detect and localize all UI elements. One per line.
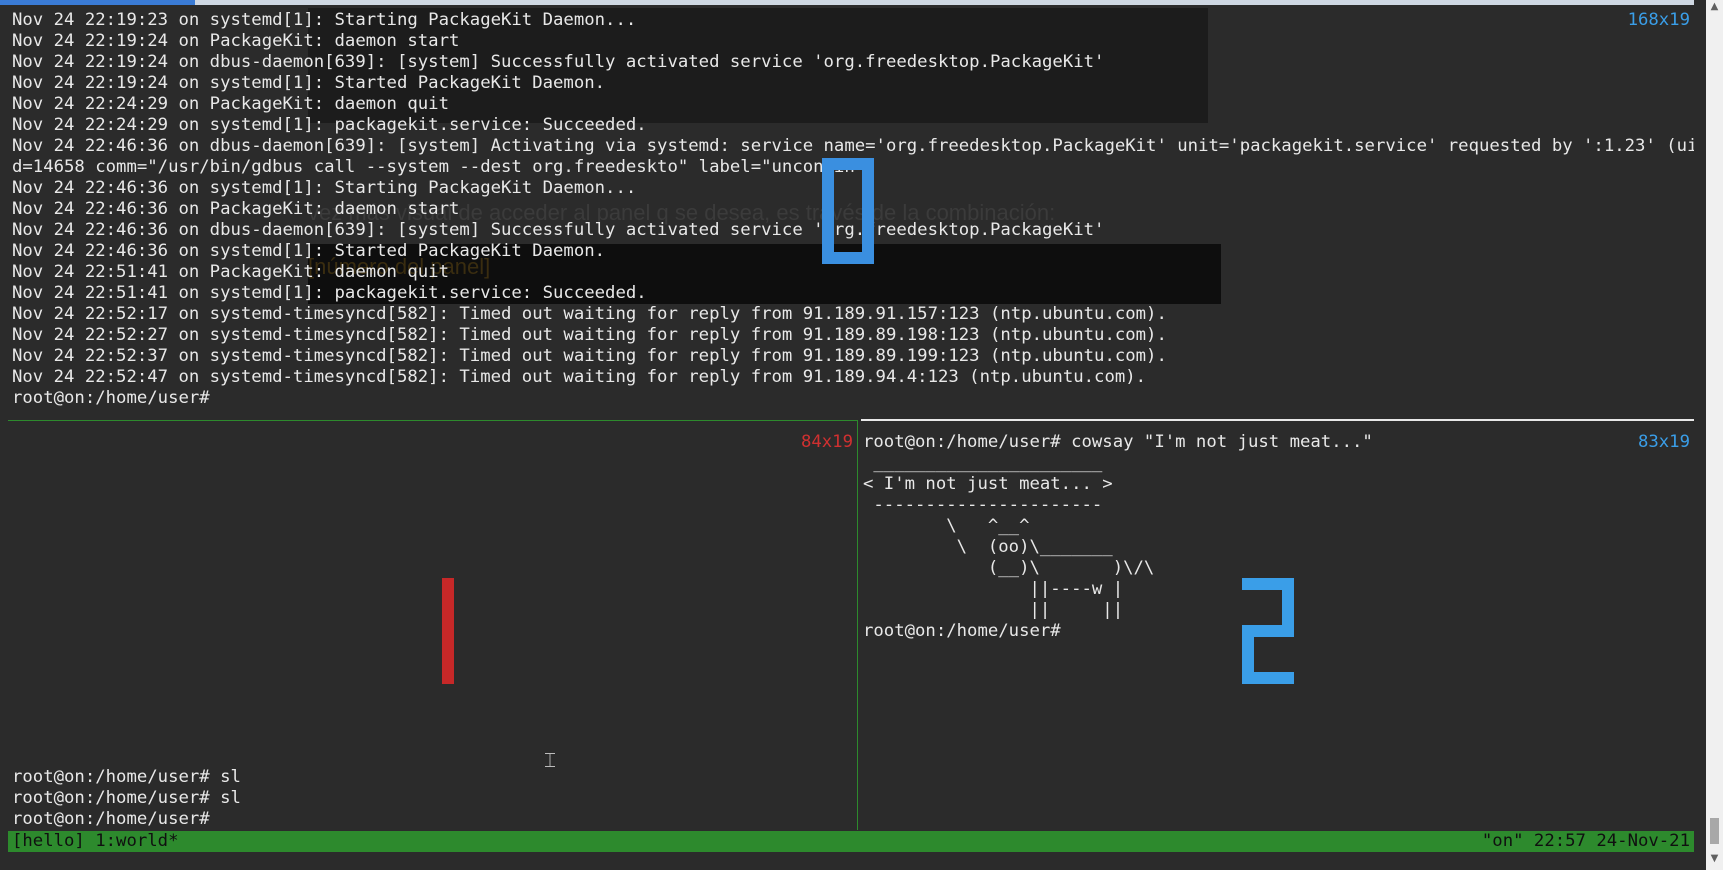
status-host-clock: "on" 22:57 24-Nov-21 [1481, 831, 1690, 851]
ibeam-cursor-icon: ⌶ [544, 748, 556, 772]
terminal-window: vez más visual de acceder al panel q se … [0, 0, 1723, 870]
tmux-status-bar: [hello] 1:world* "on" 22:57 24-Nov-21 [8, 831, 1694, 852]
cowsay-output: \ ^__^ [863, 516, 1030, 536]
terminal-line: root@on:/home/user# sl [12, 767, 241, 787]
active-tab-indicator[interactable] [0, 0, 195, 5]
shell-prompt[interactable]: root@on:/home/user# [12, 388, 1694, 409]
pane-number-0-indicator [822, 158, 874, 264]
terminal-line: Nov 24 22:52:17 on systemd-timesyncd[582… [12, 304, 1167, 324]
terminal-line: Nov 24 22:19:24 on systemd[1]: Started P… [12, 73, 606, 93]
tmux-pane-1[interactable]: 84x19 root@on:/home/user# sl root@on:/hom… [8, 424, 857, 830]
pane-dimensions: 168x19 [1627, 10, 1690, 30]
terminal-line: root@on:/home/user# sl [12, 788, 241, 808]
terminal-line: Nov 24 22:19:23 on systemd[1]: Starting … [12, 10, 637, 30]
scroll-up-arrow-icon[interactable]: ▲ [1708, 0, 1721, 14]
terminal-line: Nov 24 22:24:29 on systemd[1]: packageki… [12, 115, 647, 135]
tmux-pane-0[interactable]: vez más visual de acceder al panel q se … [8, 8, 1694, 414]
cowsay-output: (__)\ )\/\ [863, 558, 1155, 578]
pane-separator-right-active [861, 419, 1694, 421]
pane-dimensions: 83x19 [1637, 432, 1690, 452]
terminal-line: Nov 24 22:52:27 on systemd-timesyncd[582… [12, 325, 1167, 345]
terminal-line: Nov 24 22:19:24 on PackageKit: daemon st… [12, 31, 460, 51]
shell-prompt[interactable]: root@on:/home/user# [12, 809, 241, 830]
terminal-line: Nov 24 22:51:41 on PackageKit: daemon qu… [12, 262, 449, 282]
terminal-line: Nov 24 22:52:37 on systemd-timesyncd[582… [12, 346, 1167, 366]
terminal-line: Nov 24 22:19:24 on dbus-daemon[639]: [sy… [12, 52, 1105, 72]
terminal-line: Nov 24 22:24:29 on PackageKit: daemon qu… [12, 94, 449, 114]
terminal-output: root@on:/home/user# cowsay "I'm not just… [863, 432, 1373, 642]
bottom-gutter [0, 852, 1706, 870]
scroll-down-arrow-icon[interactable]: ▼ [1708, 852, 1721, 866]
right-gutter [1694, 0, 1706, 870]
tmux-pane-2[interactable]: 83x19 root@on:/home/user# cowsay "I'm no… [860, 424, 1694, 830]
pane-number-1-indicator [442, 578, 454, 684]
pane-number-2-indicator [1242, 578, 1294, 684]
cowsay-output: ---------------------- [863, 495, 1103, 515]
cowsay-output: ||----w | [863, 579, 1124, 599]
pane-dimensions: 84x19 [800, 432, 853, 452]
cowsay-output: < I'm not just meat... > [863, 474, 1113, 494]
cowsay-output: || || [863, 600, 1124, 620]
terminal-line: Nov 24 22:46:36 on dbus-daemon[639]: [sy… [12, 136, 1694, 156]
scrollbar-thumb[interactable] [1710, 818, 1719, 844]
vertical-scrollbar[interactable]: ▲ ▼ [1706, 0, 1723, 870]
pane-separator-vertical [857, 420, 858, 830]
terminal-line: Nov 24 22:52:47 on systemd-timesyncd[582… [12, 367, 1147, 387]
status-session-window[interactable]: [hello] 1:world* [12, 831, 178, 852]
cowsay-output: ______________________ [863, 453, 1103, 473]
terminal-line: root@on:/home/user# cowsay "I'm not just… [863, 432, 1373, 452]
shell-prompt[interactable]: root@on:/home/user# [863, 621, 1373, 642]
cowsay-output: \ (oo)\_______ [863, 537, 1113, 557]
terminal-output: root@on:/home/user# sl root@on:/home/user… [12, 767, 241, 830]
pane-separator-left [8, 420, 857, 421]
window-top-strip [0, 0, 1723, 5]
terminal-line: Nov 24 22:51:41 on systemd[1]: packageki… [12, 283, 647, 303]
